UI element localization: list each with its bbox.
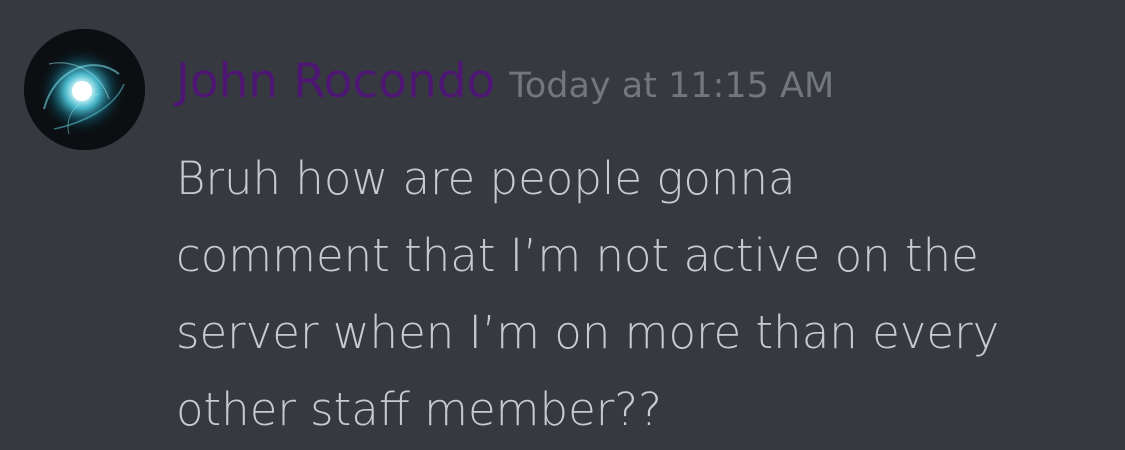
message-content: Bruh how are people gonna comment that I… (176, 140, 1101, 448)
message-line: server when I’m on more than every (176, 306, 1000, 359)
message-line: other staff member?? (176, 383, 663, 436)
avatar[interactable] (24, 29, 145, 150)
message-line: comment that I’m not active on the (176, 229, 979, 282)
glowing-orb-icon (24, 29, 145, 150)
message-line: Bruh how are people gonna (176, 152, 796, 205)
chat-message: John Rocondo Today at 11:15 AM Bruh how … (0, 0, 1125, 450)
message-header: John Rocondo Today at 11:15 AM (176, 52, 834, 112)
message-timestamp: Today at 11:15 AM (509, 66, 835, 106)
author-name[interactable]: John Rocondo (176, 52, 495, 112)
